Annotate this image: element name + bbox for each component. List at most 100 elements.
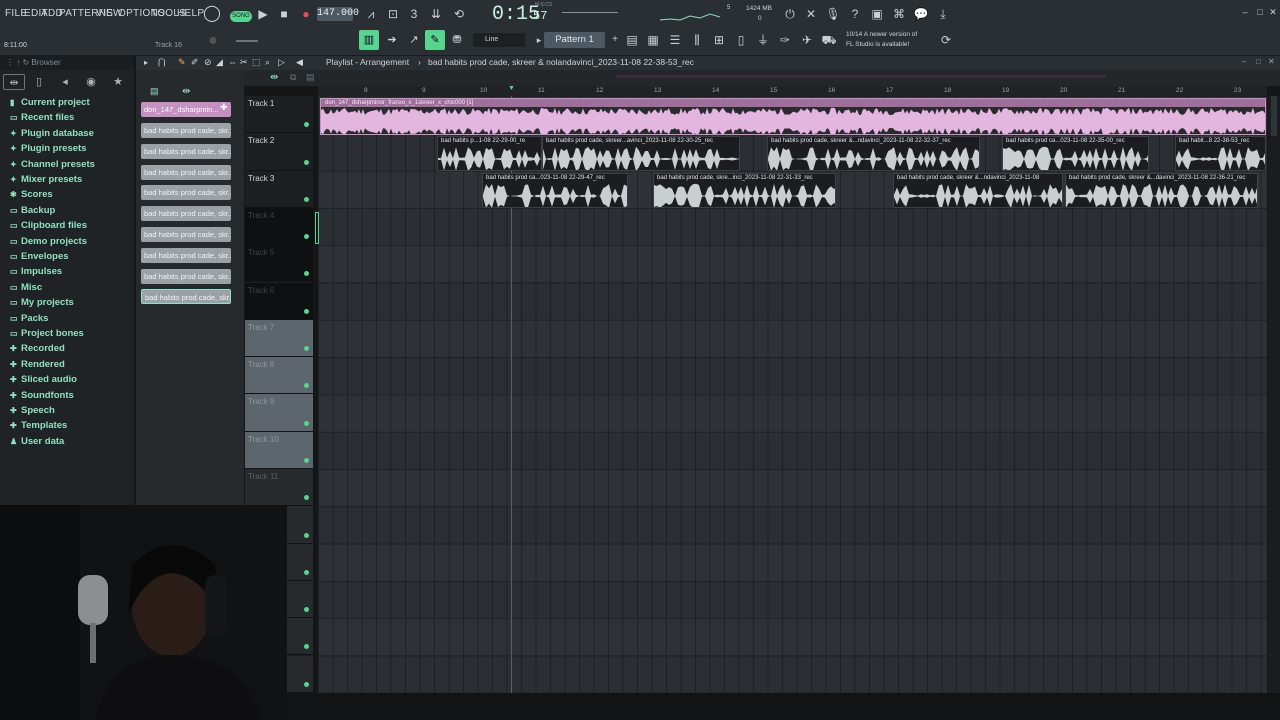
slip-icon[interactable]: ⇔ — [228, 57, 237, 67]
link-icon[interactable]: ⧉ — [290, 72, 296, 83]
track-header-row[interactable]: Track 1 — [245, 96, 313, 134]
pitch-knob-icon[interactable]: ● — [204, 32, 222, 50]
play-icon[interactable]: ▶ — [254, 5, 272, 23]
track-header-row[interactable]: Track 4 — [245, 207, 313, 246]
browser-files-tab-icon[interactable]: ▯ — [28, 74, 50, 90]
tag-icon[interactable]: ✈ — [798, 31, 816, 49]
picker-add-icon[interactable]: ✚ — [220, 102, 228, 113]
midi-icon[interactable]: ⌘ — [890, 5, 908, 23]
audio-clip[interactable]: bad habits prod cade, skreer &...ndavinc… — [767, 136, 980, 171]
browser-item[interactable]: ▭ Clipboard files — [10, 218, 87, 233]
playlist-window-icon[interactable]: ▤ — [623, 31, 641, 49]
picker-clip[interactable]: bad habits prod cade, skr... — [141, 164, 231, 180]
track-header-row[interactable]: Track 11 — [245, 469, 313, 507]
track-mute-led[interactable] — [304, 607, 309, 613]
slice-icon[interactable]: ✂ — [240, 57, 248, 68]
countdown-icon[interactable]: 3 — [405, 5, 423, 23]
playlist-pin-icon[interactable]: ◀ — [296, 57, 303, 68]
track-header-row[interactable]: Track 7 — [245, 319, 313, 358]
master-volume-knob-icon[interactable]: ◯ — [203, 5, 221, 23]
picker-clip[interactable]: bad habits prod cade, skr... — [141, 143, 231, 159]
microphone-icon[interactable]: 🎙 — [824, 5, 842, 23]
browser-item[interactable]: ▭ Packs — [10, 311, 48, 326]
browser-item[interactable]: ✚ Soundfonts — [10, 388, 74, 403]
timeline-ruler[interactable]: 8 9 10 11 12 13 14 15 16 17 18 19 20 21 22 23 — [318, 86, 1267, 96]
track-mute-led[interactable] — [304, 644, 309, 650]
help-icon[interactable]: ? — [846, 5, 864, 23]
browser-item[interactable]: ▭ Project bones — [10, 326, 84, 341]
track-mute-led[interactable] — [304, 457, 309, 463]
download-icon[interactable]: ⤓ — [934, 5, 952, 23]
browser-library-tab-icon[interactable]: ◉ — [80, 74, 102, 90]
browser-item[interactable]: ✱ Scores — [10, 187, 53, 202]
track-mute-led[interactable] — [304, 346, 309, 352]
track-header-row[interactable]: Track 6 — [245, 282, 313, 320]
audio-clip[interactable]: bad habits prod cade, skreer &...davinci… — [1065, 173, 1258, 208]
browser-plugins-tab-icon[interactable]: ◂ — [54, 74, 76, 90]
picker-clip[interactable]: bad habits prod cade, skr... — [141, 289, 231, 305]
track-header-row[interactable]: Track 9 — [245, 394, 313, 432]
arrangement-icon[interactable]: ▤ — [306, 72, 315, 83]
browser-item[interactable]: ✦ Plugin database — [10, 126, 94, 141]
delete-icon[interactable]: ⊘ — [204, 57, 212, 68]
browser-item[interactable]: ▭ Demo projects — [10, 234, 87, 249]
browser-item[interactable]: ▭ Misc — [10, 280, 42, 295]
stamp-icon[interactable]: ⛃ — [447, 30, 467, 50]
blend-notes-icon[interactable]: ⇊ — [427, 5, 445, 23]
tempo-display[interactable]: 147.000 — [317, 7, 359, 21]
plug-icon[interactable]: ⏚ — [754, 31, 772, 49]
browser-item[interactable]: ▭ My projects — [10, 295, 74, 310]
audio-clip-track1[interactable]: don_147_dsharpminor_franxo_x_1skreer_x_c… — [320, 98, 1266, 135]
audio-clip[interactable]: bad habit...8 22-38-53_rec — [1175, 136, 1266, 171]
save-icon[interactable]: ▣ — [868, 5, 886, 23]
track-header-row[interactable]: Track 2 — [245, 133, 313, 171]
panic-icon[interactable]: ✕ — [802, 5, 820, 23]
browser-tree-icon[interactable]: ⊞ — [710, 31, 728, 49]
update-icon[interactable]: ⟳ — [937, 31, 955, 49]
track-mute-led[interactable] — [304, 383, 309, 389]
browser-item[interactable]: ✚ Templates — [10, 418, 67, 433]
track-mute-led[interactable] — [304, 234, 309, 240]
pencil-icon[interactable]: ✎ — [178, 57, 186, 68]
audio-clip[interactable]: bad habits prod ca...023-11-08 22-29-47_… — [482, 173, 628, 208]
picker-clip[interactable]: bad habits prod cade, skr... — [141, 123, 231, 138]
playlist-minimize-icon[interactable]: – — [1242, 57, 1246, 66]
playlist-vertical-scrollbar[interactable] — [1268, 96, 1280, 693]
browser-item[interactable]: ✦ Mixer presets — [10, 172, 82, 187]
track-mute-led[interactable] — [304, 271, 309, 277]
audio-clip[interactable]: bad habits prod cade, skreer &...ndavinc… — [893, 173, 1063, 208]
news-line2[interactable]: FL Studio is available! — [846, 41, 909, 48]
stop-icon[interactable]: ■ — [275, 5, 293, 23]
track-mute-led[interactable] — [304, 196, 309, 202]
song-mode-toggle[interactable]: SONG — [230, 11, 252, 22]
piano-roll-icon[interactable]: ▦ — [644, 31, 662, 49]
browser-item[interactable]: ✚ Rendered — [10, 357, 65, 372]
browser-item[interactable]: ▮ Current project — [10, 95, 90, 110]
audio-clip[interactable]: bad habits prod cade, skre...inci_2023-1… — [653, 173, 836, 208]
playlist-snap-button[interactable]: ▥ — [359, 30, 379, 50]
record-icon[interactable]: ● — [297, 5, 315, 23]
track-resize-handle[interactable] — [315, 212, 319, 244]
scrollbar-thumb[interactable] — [1271, 96, 1277, 136]
track-mute-led[interactable] — [304, 308, 309, 314]
track-mute-led[interactable] — [304, 569, 309, 575]
master-pitch-slider[interactable] — [562, 12, 618, 13]
wait-input-icon[interactable]: ⊡ — [384, 5, 402, 23]
main-volume-slider[interactable] — [236, 40, 258, 42]
picker-expand-icon[interactable]: ▤ — [150, 86, 159, 97]
channel-rack-icon[interactable]: ☰ — [666, 31, 684, 49]
track-header-row[interactable]: Track 8 — [245, 357, 313, 395]
track-header-row[interactable]: Track 10 — [245, 431, 313, 469]
track-mute-led[interactable] — [304, 495, 309, 501]
mixer-icon[interactable]: ⫼ — [688, 31, 706, 49]
draw-mode-icon[interactable]: ✎ — [425, 30, 445, 50]
picker-clip[interactable]: bad habits prod cade, skr... — [141, 247, 231, 263]
snap-mode-select[interactable]: Line — [473, 33, 525, 47]
track-mute-led[interactable] — [304, 681, 309, 687]
metronome-icon[interactable]: ⩘ — [362, 5, 380, 23]
browser-item[interactable]: ✦ Plugin presets — [10, 141, 86, 156]
picker-clip-audio[interactable]: don_147_dsharpmin... — [141, 102, 231, 117]
picker-clip[interactable]: bad habits prod cade, skr... — [141, 227, 231, 242]
browser-item[interactable]: ♟ User data — [10, 434, 64, 449]
select-icon[interactable]: ⬚ — [252, 57, 261, 68]
